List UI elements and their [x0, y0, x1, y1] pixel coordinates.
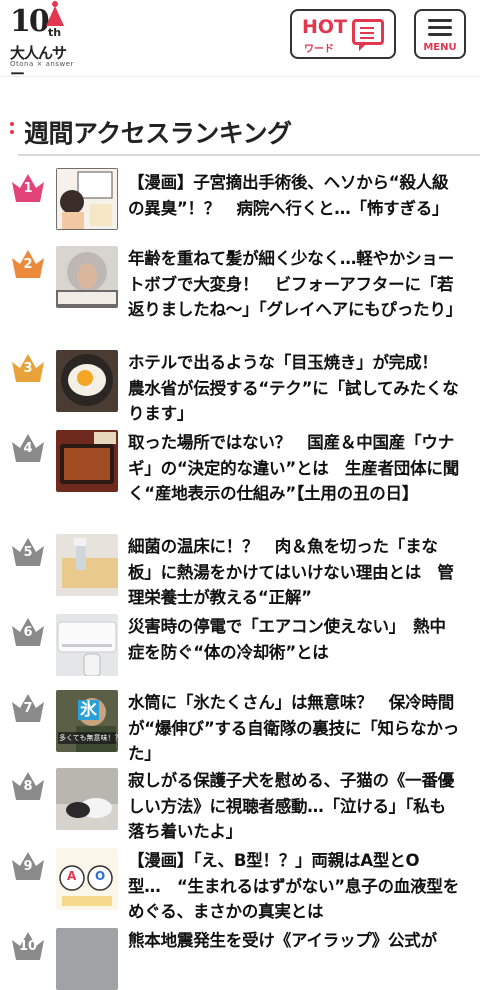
rank-number: 2: [23, 257, 33, 272]
thumbnail-overlay-text: 氷: [78, 700, 99, 720]
article-title-link[interactable]: 【漫画】子宮摘出手術後、ヘソから“殺人級の異臭”！？ 病院へ行くと…「怖すぎる」: [128, 170, 462, 221]
menu-button-label: MENU: [423, 42, 457, 53]
article-title-link[interactable]: 年齢を重ねて髪が細く少なく…軽やかショートボブで大変身！ ビフォーアフターに「若…: [128, 246, 462, 323]
chat-bubble-icon: [352, 19, 384, 51]
logo-anniversary-suffix: th: [48, 26, 62, 39]
hot-words-button[interactable]: HOT ワード: [290, 9, 396, 59]
hamburger-icon: [428, 19, 452, 22]
ranking-item[interactable]: 5 細菌の温床に！？ 肉＆魚を切った「まな板」に熱湯をかけてはいけない理由とは …: [0, 532, 480, 607]
thumbnail-blood-type-a: A: [67, 869, 77, 883]
rank-crown-icon: 4: [10, 432, 46, 464]
article-thumbnail[interactable]: [56, 168, 118, 230]
rank-number: 3: [23, 361, 33, 376]
hot-words-subtitle: ワード: [304, 44, 334, 55]
article-title-link[interactable]: 災害時の停電で「エアコン使えない」 熱中症を防ぐ“体の冷却術”とは: [128, 614, 462, 665]
rank-crown-icon: 10: [10, 930, 46, 962]
rank-crown-icon: 6: [10, 616, 46, 648]
article-title-link[interactable]: 細菌の温床に！？ 肉＆魚を切った「まな板」に熱湯をかけてはいけない理由とは 管理…: [128, 534, 462, 611]
rank-crown-icon: 9: [10, 850, 46, 882]
thumbnail-blood-type-o: O: [95, 869, 106, 883]
ranking-item[interactable]: 10 熊本地震発生を受け《アイラップ》公式が: [0, 926, 480, 990]
article-thumbnail[interactable]: [56, 246, 118, 308]
rank-number: 10: [18, 939, 38, 954]
rank-crown-icon: 7: [10, 692, 46, 724]
article-title-link[interactable]: 取った場所ではない？ 国産＆中国産「ウナギ」の“決定的な違い”とは 生産者団体に…: [128, 430, 462, 507]
rank-number: 7: [23, 701, 33, 716]
article-thumbnail[interactable]: [56, 430, 118, 492]
rank-number: 1: [23, 181, 33, 196]
article-title-link[interactable]: 【漫画】「え、B型！？」両親はA型とO型… “生まれるはずがない”息子の血液型を…: [128, 848, 462, 925]
logo-anniversary-number: 10: [10, 4, 50, 39]
ranking-item[interactable]: 9 A O 【漫画】「え、B型！？」両親はA型とO型… “生まれるはずがない”息…: [0, 846, 480, 921]
ranking-item[interactable]: 1 【漫画】子宮摘出手術後、ヘソから“殺人級の異臭”！？ 病院へ行くと…「怖すぎ…: [0, 166, 480, 232]
thumbnail-caption: 多くても無意味！？: [59, 734, 118, 742]
site-logo[interactable]: 10 th 大人んサー Otona × answer: [8, 1, 74, 83]
article-title-link[interactable]: 熊本地震発生を受け《アイラップ》公式が: [128, 928, 462, 954]
article-thumbnail[interactable]: A O: [56, 848, 118, 910]
article-thumbnail[interactable]: [56, 534, 118, 596]
rank-crown-icon: 8: [10, 770, 46, 802]
article-title-link[interactable]: 寂しがる保護子犬を慰める、子猫の《一番優しい方法》に視聴者感動…「泣ける」「私も…: [128, 768, 462, 845]
rank-number: 9: [23, 859, 33, 874]
party-hat-icon: [46, 6, 64, 26]
rank-crown-icon: 3: [10, 352, 46, 384]
article-thumbnail[interactable]: 氷 多くても無意味！？: [56, 690, 118, 752]
article-thumbnail[interactable]: [56, 614, 118, 676]
rank-crown-icon: 1: [10, 172, 46, 204]
ranking-item[interactable]: 3 ホテルで出るような「目玉焼き」が完成！ 農水省が伝授する“テク”に「試してみ…: [0, 348, 480, 423]
rank-number: 6: [23, 625, 33, 640]
section-title: 週間アクセスランキング: [24, 119, 292, 148]
site-header: 10 th 大人んサー Otona × answer HOT ワード MENU: [0, 0, 480, 83]
article-title-link[interactable]: 水筒に「氷たくさん」は無意味？ 保冷時間が“爆伸び”する自衛隊の裏技に「知らなか…: [128, 690, 462, 767]
heading-bullet-icon: [10, 122, 14, 126]
ranking-item[interactable]: 6 災害時の停電で「エアコン使えない」 熱中症を防ぐ“体の冷却術”とは: [0, 612, 480, 686]
rank-crown-icon: 5: [10, 536, 46, 568]
ranking-item[interactable]: 4 取った場所ではない？ 国産＆中国産「ウナギ」の“決定的な違い”とは 生産者団…: [0, 428, 480, 526]
hot-words-title: HOT: [302, 16, 348, 38]
ranking-item[interactable]: 7 氷 多くても無意味！？ 水筒に「氷たくさん」は無意味？ 保冷時間が“爆伸び”…: [0, 688, 480, 763]
ranking-item[interactable]: 2 年齢を重ねて髪が細く少なく…軽やかショートボブで大変身！ ビフォーアフターに…: [0, 244, 480, 342]
article-title-link[interactable]: ホテルで出るような「目玉焼き」が完成！ 農水省が伝授する“テク”に「試してみたく…: [128, 350, 462, 427]
weekly-ranking-heading: 週間アクセスランキング: [0, 112, 480, 160]
article-thumbnail[interactable]: [56, 350, 118, 412]
rank-number: 5: [23, 545, 33, 560]
rank-crown-icon: 2: [10, 248, 46, 280]
article-thumbnail[interactable]: [56, 768, 118, 830]
rank-number: 8: [23, 779, 33, 794]
menu-button[interactable]: MENU: [414, 9, 466, 59]
ranking-item[interactable]: 8 寂しがる保護子犬を慰める、子猫の《一番優しい方法》に視聴者感動…「泣ける」「…: [0, 766, 480, 841]
heading-divider: [18, 154, 480, 156]
article-thumbnail[interactable]: [56, 928, 118, 990]
rank-number: 4: [23, 441, 33, 456]
logo-subtitle: Otona × answer: [10, 60, 74, 68]
